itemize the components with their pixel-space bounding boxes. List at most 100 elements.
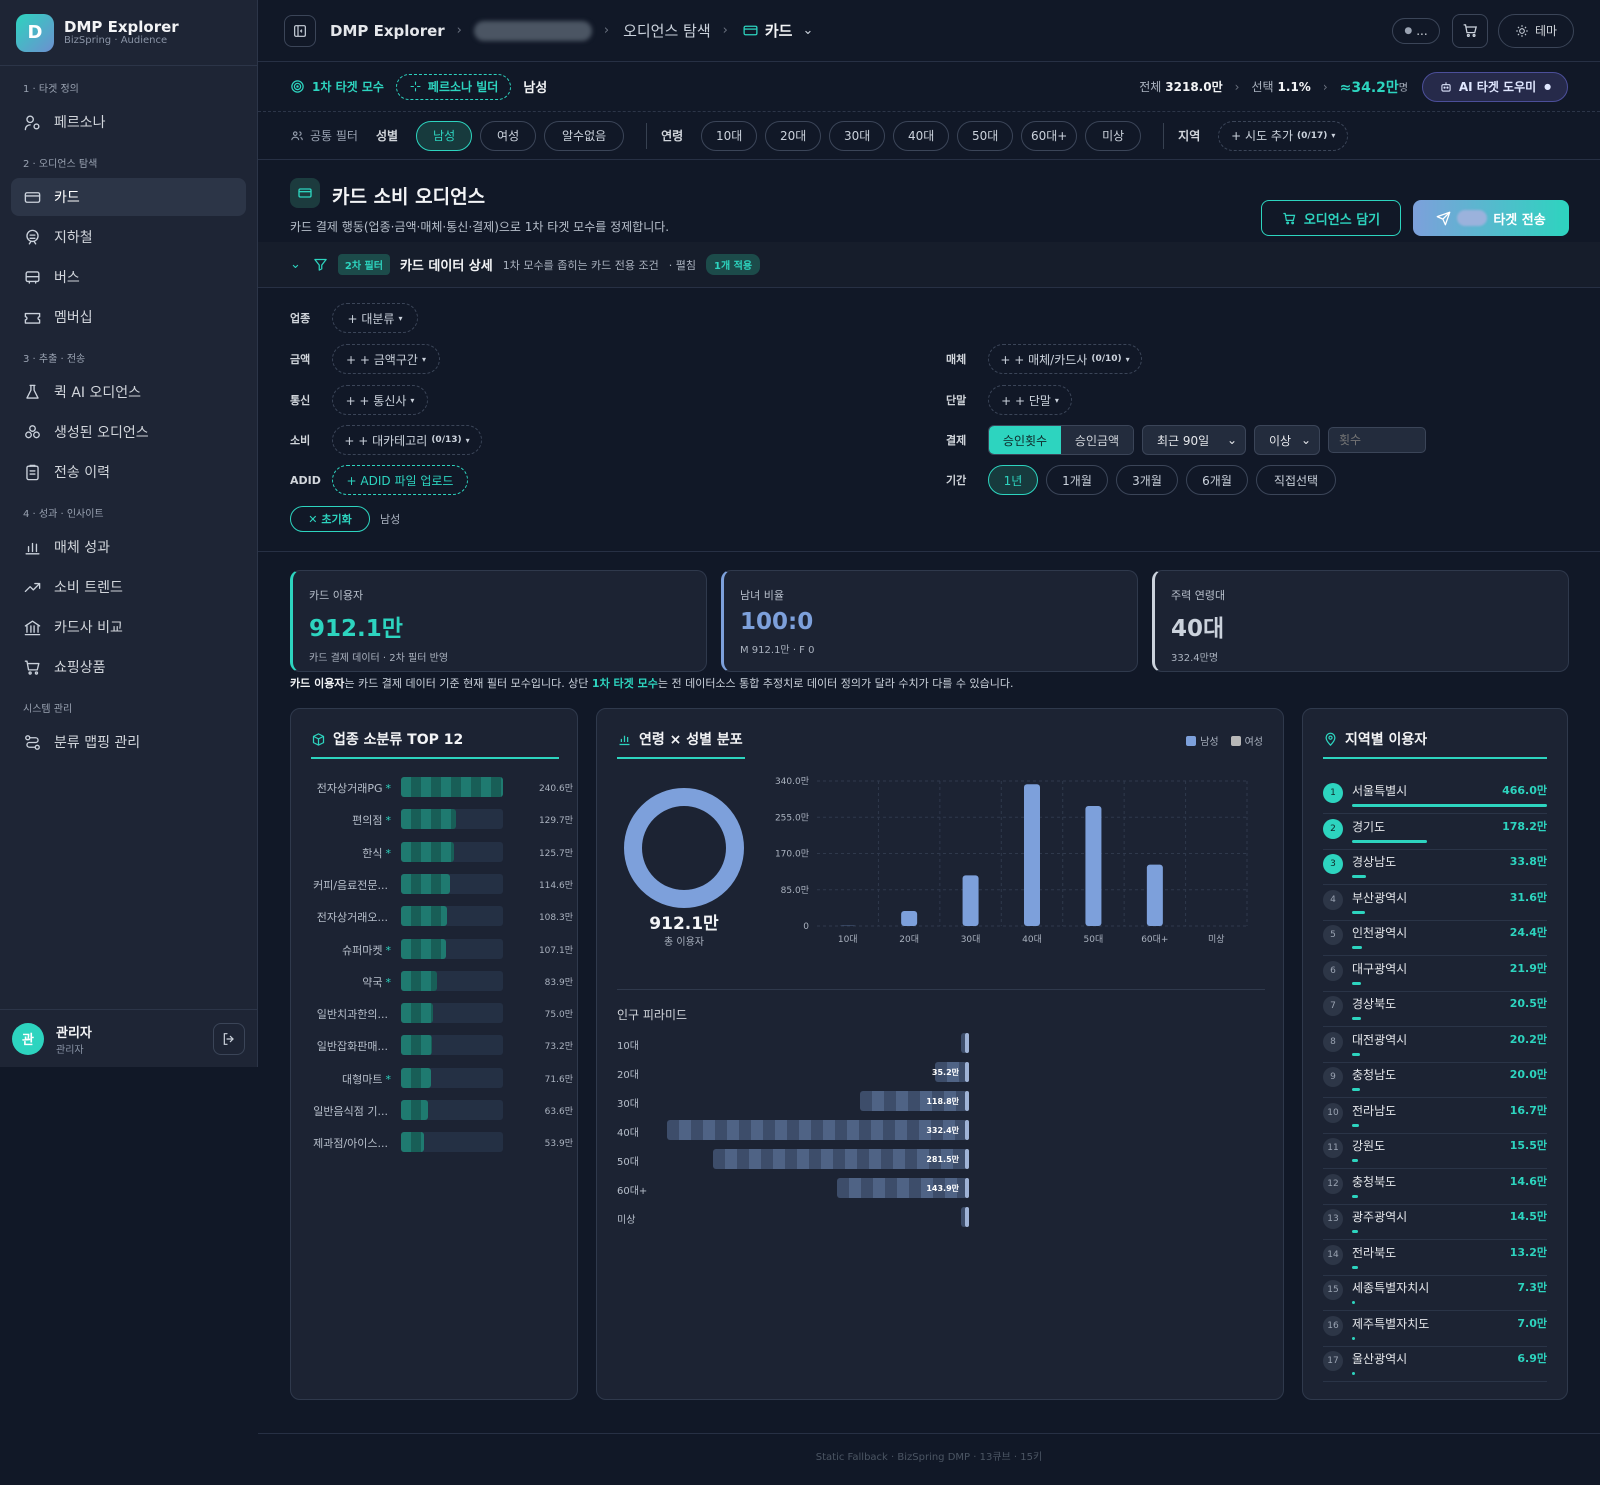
industry-row[interactable]: 일반치과한의... 75.0만 — [291, 1003, 573, 1025]
bar-male[interactable] — [1024, 784, 1040, 926]
logout-button[interactable] — [213, 1022, 245, 1055]
circles-icon — [25, 424, 40, 438]
term-chip[interactable]: 1년 — [988, 465, 1038, 495]
age-chip[interactable]: 미상 — [1085, 120, 1142, 151]
brand[interactable]: D DMP Explorer BizSpring · Audience — [0, 0, 257, 66]
term-chip[interactable]: 1개월 — [1046, 465, 1108, 495]
region-row[interactable]: 8 대전광역시 20.2만 — [1323, 1028, 1547, 1063]
region-row[interactable]: 14 전라북도 13.2만 — [1323, 1241, 1547, 1276]
term-chip[interactable]: 3개월 — [1116, 465, 1178, 495]
filter2-header[interactable]: ⌄ 2차 필터 카드 데이터 상세 1차 모수를 좁히는 카드 전용 조건 · … — [258, 242, 1600, 288]
region-row[interactable]: 16 제주특별자치도 7.0만 — [1323, 1312, 1547, 1347]
sidebar-item[interactable]: 지하철 — [11, 218, 246, 256]
send-target-button[interactable]: 타겟 전송 — [1413, 200, 1569, 236]
sidebar-item[interactable]: 카드 — [11, 178, 246, 216]
industry-row[interactable]: 슈퍼마켓 * 107.1만 — [291, 938, 573, 961]
payment-count-input[interactable] — [1328, 427, 1426, 453]
status-pill[interactable]: ●... — [1392, 17, 1440, 44]
age-chip[interactable]: 40대 — [893, 120, 950, 151]
sidebar-item[interactable]: 퀵 AI 오디언스 — [11, 373, 246, 411]
add-audience-button[interactable]: 오디언스 담기 — [1261, 200, 1401, 236]
region-row[interactable]: 10 전라남도 16.7만 — [1323, 1099, 1547, 1134]
industry-row[interactable]: 한식 * 125.7만 — [291, 841, 573, 864]
adid-upload-button[interactable]: + ADID 파일 업로드 — [332, 465, 468, 495]
industry-star: * — [385, 975, 392, 989]
primary-target-label[interactable]: 1차 타겟 모수 — [312, 78, 384, 95]
region-row[interactable]: 9 충청남도 20.0만 — [1323, 1063, 1547, 1098]
region-add-button[interactable]: + 시도 추가 (0/17) ▾ — [1218, 120, 1349, 151]
term-chip[interactable]: 6개월 — [1186, 465, 1248, 495]
media-add-button[interactable]: + + 매체/카드사 (0/10) ▾ — [988, 344, 1142, 374]
industry-row[interactable]: 대형마트 * 71.6만 — [291, 1067, 573, 1090]
age-chip[interactable]: 20대 — [765, 120, 822, 151]
age-chip[interactable]: 60대+ — [1021, 120, 1078, 151]
bar-male[interactable] — [1085, 805, 1102, 926]
industry-row[interactable]: 제과점/아이스... 53.9만 — [291, 1132, 573, 1154]
sidebar-item[interactable]: 분류 맵핑 관리 — [11, 723, 246, 761]
theme-button[interactable]: 테마 — [1498, 13, 1574, 48]
payment-count-option[interactable]: 승인횟수 — [989, 426, 1061, 454]
telecom-add-button[interactable]: + + 통신사 ▾ — [332, 385, 428, 415]
panel-underline — [617, 757, 745, 759]
region-row[interactable]: 1 서울특별시 466.0만 — [1323, 779, 1547, 814]
industry-row[interactable]: 전자상거래오... 108.3만 — [291, 906, 573, 928]
region-row[interactable]: 4 부산광역시 31.6만 — [1323, 886, 1547, 921]
bar-male[interactable] — [962, 875, 979, 926]
industry-add-button[interactable]: + 대분류 ▾ — [332, 303, 418, 333]
industry-row[interactable]: 약국 * 83.9만 — [291, 970, 573, 993]
gender-chip[interactable]: 남성 — [416, 120, 473, 151]
amount-add-button[interactable]: + + 금액구간 ▾ — [332, 344, 440, 374]
region-value: 13.2만 — [1509, 1245, 1547, 1259]
gender-chip[interactable]: 알수없음 — [544, 120, 625, 151]
sidebar-item[interactable]: 쇼핑상품 — [11, 648, 246, 686]
sidebar-item[interactable]: 전송 이력 — [11, 453, 246, 491]
breadcrumb-current[interactable]: 카드 ⌄ — [742, 20, 813, 41]
region-row[interactable]: 17 울산광역시 6.9만 — [1323, 1347, 1547, 1382]
region-row[interactable]: 13 광주광역시 14.5만 — [1323, 1205, 1547, 1240]
ai-assistant-button[interactable]: AI 타겟 도우미 ● — [1422, 71, 1568, 102]
filter2-badge: 2차 필터 — [337, 254, 390, 275]
breadcrumb-home[interactable]: DMP Explorer — [330, 22, 445, 40]
industry-label: 제과점/아이스... — [291, 1135, 391, 1151]
cart-button[interactable] — [1452, 13, 1488, 48]
industry-row[interactable]: 일반잡화판매... 73.2만 — [291, 1035, 573, 1057]
sidebar-item[interactable]: 소비 트렌드 — [11, 568, 246, 606]
sidebar-item[interactable]: 멤버십 — [11, 298, 246, 336]
age-chip[interactable]: 50대 — [957, 120, 1014, 151]
sidebar-toggle-button[interactable] — [284, 14, 316, 47]
sidebar-item[interactable]: 페르소나 — [11, 103, 246, 141]
sidebar-item[interactable]: 카드사 비교 — [11, 608, 246, 646]
industry-row[interactable]: 전자상거래PG * 240.6만 — [291, 777, 573, 799]
sidebar-item[interactable]: 버스 — [11, 258, 246, 296]
term-chip[interactable]: 직접선택 — [1256, 465, 1336, 495]
persona-builder-button[interactable]: 페르소나 빌더 — [395, 73, 512, 100]
region-row[interactable]: 3 경상남도 33.8만 — [1323, 850, 1547, 885]
region-row[interactable]: 12 충청북도 14.6만 — [1323, 1170, 1547, 1205]
compare-select[interactable]: 이상 ⌄ — [1254, 425, 1320, 455]
breadcrumb-audience[interactable]: 오디언스 탐색 — [623, 20, 711, 41]
gender-chip[interactable]: 여성 — [480, 120, 537, 151]
bar-male[interactable] — [1146, 864, 1163, 926]
sidebar-item[interactable]: 매체 성과 — [11, 528, 246, 566]
sidebar-item[interactable]: 생성된 오디언스 — [11, 413, 246, 451]
industry-row[interactable]: 커피/음료전문... 114.6만 — [291, 873, 573, 896]
age-chip[interactable]: 30대 — [829, 120, 886, 151]
region-row[interactable]: 11 강원도 15.5만 — [1323, 1134, 1547, 1169]
region-row[interactable]: 6 대구광역시 21.9만 — [1323, 957, 1547, 992]
device-add-button[interactable]: + + 단말 ▾ — [988, 385, 1072, 415]
industry-row[interactable]: 편의점 * 129.7만 — [291, 809, 573, 831]
age-chip[interactable]: 10대 — [701, 120, 758, 151]
period-select[interactable]: 최근 90일 ⌄ — [1142, 425, 1246, 455]
bar-male[interactable] — [901, 910, 918, 926]
region-row[interactable]: 7 경상북도 20.5만 — [1323, 992, 1547, 1027]
industry-row[interactable]: 일반음식점 기... 63.6만 — [291, 1100, 573, 1122]
user-role: 관리자 — [56, 1044, 84, 1056]
bar-chart-icon — [619, 735, 630, 745]
spend-add-button[interactable]: + + 대카테고리 (0/13) ▾ — [332, 425, 482, 455]
reset-button[interactable]: ✕ 초기화 — [290, 506, 370, 532]
region-row[interactable]: 5 인천광역시 24.4만 — [1323, 921, 1547, 956]
region-row[interactable]: 15 세종특별자치시 7.3만 — [1323, 1276, 1547, 1311]
region-value: 20.2만 — [1509, 1032, 1547, 1046]
payment-amount-option[interactable]: 승인금액 — [1061, 426, 1133, 454]
region-row[interactable]: 2 경기도 178.2만 — [1323, 815, 1547, 850]
